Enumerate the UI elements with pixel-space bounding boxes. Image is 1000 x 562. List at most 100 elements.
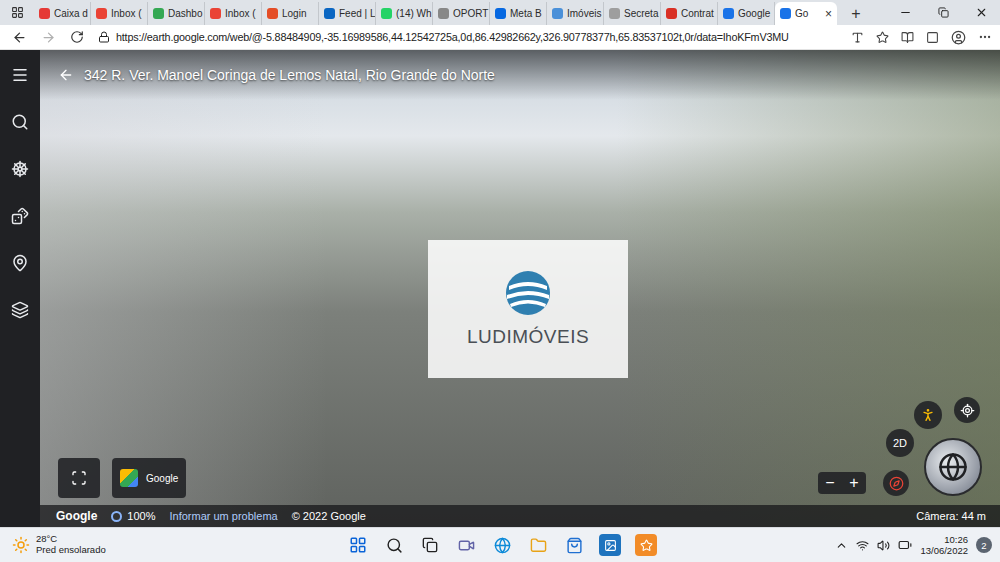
edge-button[interactable] bbox=[491, 534, 513, 556]
projects-pin-icon bbox=[11, 254, 29, 272]
map-style-icon bbox=[11, 301, 29, 319]
location-header: 342 R. Ver. Manoel Coringa de Lemos Nata… bbox=[40, 50, 1000, 100]
loading-ring-icon bbox=[111, 511, 122, 522]
tab-label: Imóveis bbox=[567, 8, 598, 19]
tab-label: Feed | L bbox=[339, 8, 370, 19]
taskbar: 28°CPred ensolarado 10:2613/06/2022 2 bbox=[0, 527, 1000, 562]
tab-label: Login bbox=[282, 8, 313, 19]
start-button[interactable] bbox=[347, 534, 369, 556]
zoom-level: 100% bbox=[127, 510, 155, 522]
weather-widget[interactable]: 28°CPred ensolarado bbox=[12, 534, 347, 556]
restore-button[interactable] bbox=[924, 0, 962, 25]
clock[interactable]: 10:2613/06/2022 bbox=[920, 534, 968, 557]
watermark: LUDIMÓVEIS bbox=[428, 240, 628, 378]
browser-tab[interactable]: Feed | L bbox=[319, 2, 376, 25]
tab-label: (14) Wh bbox=[396, 8, 427, 19]
browser-tab[interactable]: Go× bbox=[775, 2, 837, 25]
thumbnail-label: Google bbox=[146, 473, 178, 484]
forward-button[interactable] bbox=[41, 30, 56, 45]
show-hidden-icons-icon bbox=[835, 539, 848, 552]
browser-tab[interactable]: Meta B bbox=[490, 2, 547, 25]
street-view: 342 R. Ver. Manoel Coringa de Lemos Nata… bbox=[40, 50, 1000, 527]
zoom-in-button[interactable]: + bbox=[842, 472, 866, 494]
favorites-icon bbox=[901, 31, 914, 44]
globe-button[interactable] bbox=[924, 438, 982, 496]
favicon-icon bbox=[723, 8, 734, 19]
time: 10:26 bbox=[944, 534, 968, 545]
app-icon bbox=[640, 539, 653, 552]
notification-badge[interactable]: 2 bbox=[976, 537, 992, 553]
browser-tab[interactable]: Contrat bbox=[661, 2, 718, 25]
folder-icon bbox=[530, 537, 547, 554]
earth-sidebar bbox=[0, 50, 40, 527]
windows-icon bbox=[349, 536, 367, 554]
tab-label: Contrat bbox=[681, 8, 712, 19]
minimize-icon bbox=[899, 6, 912, 19]
feeling-lucky-icon bbox=[11, 207, 29, 225]
file-explorer-button[interactable] bbox=[527, 534, 549, 556]
browser-tab[interactable]: (14) Wh bbox=[376, 2, 433, 25]
back-arrow-icon[interactable] bbox=[58, 67, 74, 83]
capture-icon bbox=[71, 470, 87, 486]
favorite-icon bbox=[876, 31, 889, 44]
profile-icon bbox=[951, 30, 966, 45]
more-icon bbox=[978, 30, 992, 44]
minimize-button[interactable] bbox=[886, 0, 924, 25]
chat-icon bbox=[458, 537, 475, 554]
browser-tab[interactable]: Google bbox=[718, 2, 775, 25]
zoom-out-button[interactable]: − bbox=[818, 472, 842, 494]
compass-button[interactable] bbox=[883, 470, 909, 496]
page: 342 R. Ver. Manoel Coringa de Lemos Nata… bbox=[0, 50, 1000, 527]
favicon-icon bbox=[381, 8, 392, 19]
globe-icon bbox=[938, 452, 968, 482]
browser-tab[interactable]: Inbox ( bbox=[205, 2, 262, 25]
map-style-thumbnail[interactable]: Google bbox=[112, 458, 186, 498]
task-view-button[interactable] bbox=[419, 534, 441, 556]
tab-label: Inbox ( bbox=[225, 8, 256, 19]
new-tab-button[interactable]: + bbox=[843, 2, 869, 25]
volume-icon bbox=[877, 539, 890, 552]
search-icon bbox=[386, 537, 403, 554]
browser-tab[interactable]: Dashbo bbox=[148, 2, 205, 25]
app-button[interactable] bbox=[635, 534, 657, 556]
chat-button[interactable] bbox=[455, 534, 477, 556]
lock-icon bbox=[98, 31, 110, 43]
weather-condition: Pred ensolarado bbox=[36, 545, 106, 556]
favicon-icon bbox=[210, 8, 221, 19]
favicon-icon bbox=[267, 8, 278, 19]
pegman-icon bbox=[920, 407, 936, 423]
browser-window: Caixa dInbox (DashboInbox (LoginFeed | L… bbox=[0, 0, 1000, 562]
browser-tab[interactable]: OPORT bbox=[433, 2, 490, 25]
view-mode-button[interactable]: 2D bbox=[886, 429, 914, 457]
report-link[interactable]: Informar um problema bbox=[169, 510, 277, 522]
tab-actions-icon bbox=[11, 6, 24, 19]
read-aloud-icon bbox=[851, 31, 864, 44]
browser-tab[interactable]: Login bbox=[262, 2, 319, 25]
google-logo: Google bbox=[56, 509, 97, 523]
restore-icon bbox=[938, 7, 949, 18]
tab-actions-button[interactable] bbox=[0, 0, 34, 25]
favicon-icon bbox=[666, 8, 677, 19]
browser-tab[interactable]: Inbox ( bbox=[91, 2, 148, 25]
pegman-button[interactable] bbox=[914, 401, 942, 429]
capture-button[interactable] bbox=[58, 458, 100, 498]
browser-tab[interactable]: Imóveis bbox=[547, 2, 604, 25]
store-button[interactable] bbox=[563, 534, 585, 556]
app-button[interactable] bbox=[599, 534, 621, 556]
camera-altitude: Câmera: 44 m bbox=[916, 510, 986, 522]
collections-icon bbox=[926, 31, 939, 44]
close-window-button[interactable] bbox=[962, 0, 1000, 25]
search-button[interactable] bbox=[383, 534, 405, 556]
refresh-button[interactable] bbox=[70, 30, 84, 44]
back-button[interactable] bbox=[12, 30, 27, 45]
url-field[interactable]: https://earth.google.com/web/@-5.8848490… bbox=[98, 31, 837, 43]
sun-icon bbox=[12, 536, 30, 554]
locate-button[interactable] bbox=[954, 397, 980, 423]
search-icon bbox=[11, 113, 29, 131]
favicon-icon bbox=[495, 8, 506, 19]
close-tab-button[interactable]: × bbox=[825, 8, 832, 20]
system-tray: 10:2613/06/2022 2 bbox=[835, 534, 992, 557]
store-icon bbox=[566, 537, 583, 554]
browser-tab[interactable]: Secreta bbox=[604, 2, 661, 25]
browser-tab[interactable]: Caixa d bbox=[34, 2, 91, 25]
